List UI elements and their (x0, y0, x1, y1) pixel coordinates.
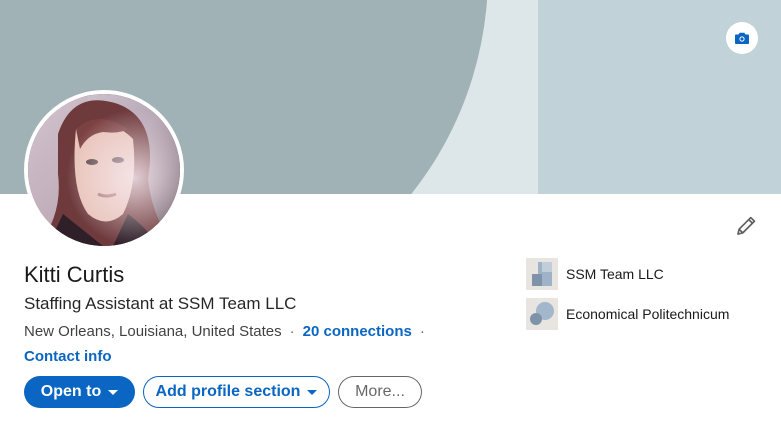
company-link[interactable]: SSM Team LLC (526, 258, 664, 290)
open-to-label: Open to (40, 383, 102, 400)
profile-headline: Staffing Assistant at SSM Team LLC (24, 294, 297, 313)
camera-icon (735, 32, 749, 44)
separator-dot: · (419, 323, 425, 340)
add-section-label: Add profile section (155, 383, 301, 400)
edit-banner-button[interactable] (726, 22, 758, 54)
company-logo (526, 258, 558, 290)
school-name: Economical Politechnicum (566, 306, 730, 322)
location-line: New Orleans, Louisiana, United States · 20… (24, 323, 433, 340)
school-logo (526, 298, 558, 330)
school-link[interactable]: Economical Politechnicum (526, 298, 729, 330)
open-to-button[interactable]: Open to (24, 376, 135, 408)
profile-name: Kitti Curtis (24, 262, 125, 287)
edit-intro-button[interactable] (730, 210, 762, 242)
add-profile-section-button[interactable]: Add profile section (143, 376, 330, 408)
profile-photo[interactable] (24, 90, 184, 250)
more-label: More... (355, 383, 405, 400)
connections-link[interactable]: 20 connections (303, 323, 412, 340)
caret-down-icon (108, 389, 119, 395)
company-name: SSM Team LLC (566, 266, 664, 282)
profile-location: New Orleans, Louisiana, United States (24, 323, 282, 340)
pencil-icon (737, 216, 756, 235)
more-button[interactable]: More... (338, 376, 422, 408)
contact-info-link[interactable]: Contact info (24, 348, 112, 365)
avatar (28, 94, 180, 246)
caret-down-icon (307, 389, 318, 395)
separator-dot: · (289, 323, 295, 340)
